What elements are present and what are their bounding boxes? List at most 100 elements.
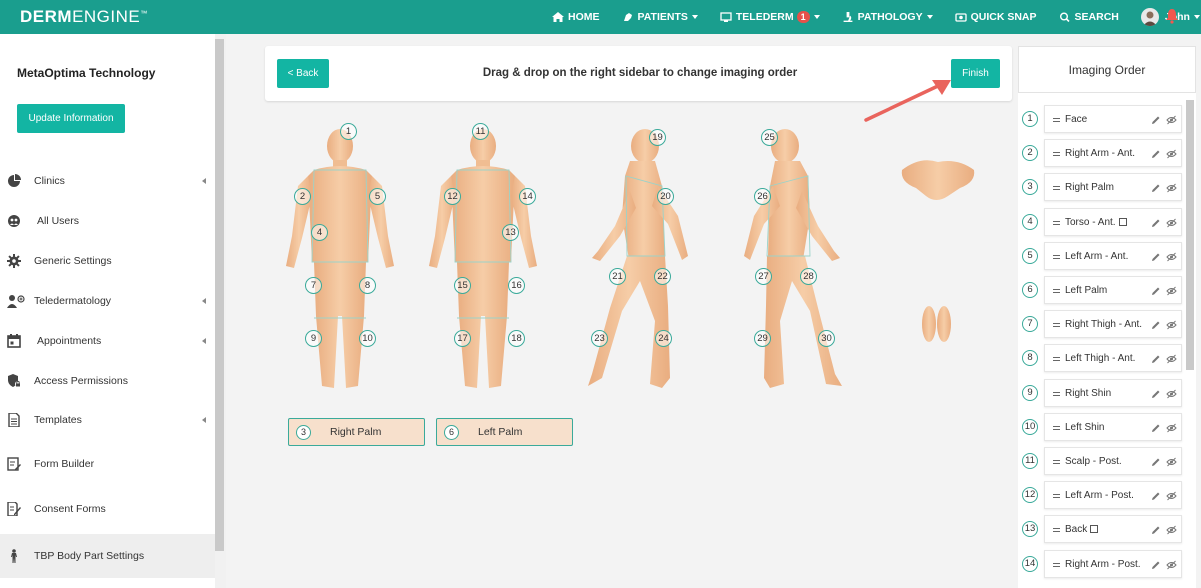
figure-left-side[interactable] bbox=[744, 129, 842, 388]
figure-back[interactable] bbox=[429, 129, 537, 388]
body-marker-20[interactable]: 20 bbox=[657, 188, 674, 205]
pencil-icon[interactable] bbox=[1151, 423, 1161, 433]
sidebar-scrollbar-thumb[interactable] bbox=[215, 39, 224, 551]
pencil-icon[interactable] bbox=[1151, 320, 1161, 330]
body-marker-23[interactable]: 23 bbox=[591, 330, 608, 347]
body-marker-9[interactable]: 9 bbox=[305, 330, 322, 347]
body-part-chip-left-palm[interactable]: 6 Left Palm bbox=[436, 418, 573, 446]
eye-off-icon[interactable] bbox=[1166, 115, 1177, 125]
order-card[interactable]: Face bbox=[1044, 105, 1182, 133]
nav-patients[interactable]: PATIENTS bbox=[622, 11, 698, 23]
eye-off-icon[interactable] bbox=[1166, 149, 1177, 159]
sidebar-item-all-users[interactable]: All Users bbox=[0, 201, 215, 241]
drag-handle-icon[interactable] bbox=[1053, 460, 1060, 464]
eye-off-icon[interactable] bbox=[1166, 457, 1177, 467]
figure-scalp-top[interactable] bbox=[901, 160, 975, 200]
nav-search[interactable]: SEARCH bbox=[1059, 11, 1119, 23]
order-card[interactable]: Left Arm - Post. bbox=[1044, 481, 1182, 510]
imaging-order-item[interactable]: 10 Left Shin bbox=[1018, 412, 1186, 443]
nav-telederm[interactable]: TELEDERM 1 bbox=[720, 11, 820, 23]
figure-feet-soles[interactable] bbox=[922, 306, 951, 342]
figure-right-side[interactable] bbox=[588, 129, 688, 388]
drag-handle-icon[interactable] bbox=[1053, 118, 1060, 122]
imaging-order-item[interactable]: 5 Left Arm - Ant. bbox=[1018, 241, 1186, 272]
sidebar-item-templates[interactable]: Templates bbox=[0, 400, 215, 440]
order-card[interactable]: Right Arm - Ant. bbox=[1044, 139, 1182, 168]
imaging-order-item[interactable]: 7 Right Thigh - Ant. bbox=[1018, 310, 1186, 340]
pencil-icon[interactable] bbox=[1151, 457, 1161, 467]
body-marker-1[interactable]: 1 bbox=[340, 123, 357, 140]
imaging-order-item[interactable]: 11 Scalp - Post. bbox=[1018, 447, 1186, 477]
body-marker-25[interactable]: 25 bbox=[761, 129, 778, 146]
imaging-order-item[interactable]: 4 Torso - Ant. bbox=[1018, 207, 1186, 238]
order-card[interactable]: Right Palm bbox=[1044, 173, 1182, 202]
imaging-order-item[interactable]: 6 Left Palm bbox=[1018, 276, 1186, 306]
imaging-order-item[interactable]: 1 Face bbox=[1018, 105, 1186, 135]
body-marker-22[interactable]: 22 bbox=[654, 268, 671, 285]
body-map[interactable] bbox=[270, 116, 990, 406]
nav-quick-snap[interactable]: QUICK SNAP bbox=[954, 11, 1037, 23]
imaging-order-item[interactable]: 14 Right Arm - Post. bbox=[1018, 549, 1186, 580]
imaging-order-item[interactable]: 9 Right Shin bbox=[1018, 378, 1186, 409]
body-marker-14[interactable]: 14 bbox=[519, 188, 536, 205]
body-marker-30[interactable]: 30 bbox=[818, 330, 835, 347]
eye-off-icon[interactable] bbox=[1166, 423, 1177, 433]
nav-pathology[interactable]: PATHOLOGY bbox=[842, 11, 933, 23]
pencil-icon[interactable] bbox=[1151, 354, 1161, 364]
body-marker-21[interactable]: 21 bbox=[609, 268, 626, 285]
sidebar-item-access-permissions[interactable]: Access Permissions bbox=[0, 361, 215, 401]
order-card[interactable]: Torso - Ant. bbox=[1044, 207, 1182, 236]
body-marker-7[interactable]: 7 bbox=[305, 277, 322, 294]
body-marker-15[interactable]: 15 bbox=[454, 277, 471, 294]
pencil-icon[interactable] bbox=[1151, 218, 1161, 228]
sidebar-item-form-builder[interactable]: Form Builder bbox=[0, 444, 215, 484]
eye-off-icon[interactable] bbox=[1166, 286, 1177, 296]
sidebar-item-consent-forms[interactable]: Consent Forms bbox=[0, 489, 215, 529]
drag-handle-icon[interactable] bbox=[1053, 391, 1060, 396]
eye-off-icon[interactable] bbox=[1166, 354, 1177, 364]
eye-off-icon[interactable] bbox=[1166, 183, 1177, 193]
order-card[interactable]: Left Thigh - Ant. bbox=[1044, 344, 1182, 373]
eye-off-icon[interactable] bbox=[1166, 491, 1177, 501]
order-card[interactable]: Right Thigh - Ant. bbox=[1044, 310, 1182, 339]
figure-front[interactable] bbox=[286, 129, 394, 388]
drag-handle-icon[interactable] bbox=[1053, 357, 1060, 362]
drag-handle-icon[interactable] bbox=[1053, 562, 1060, 567]
eye-off-icon[interactable] bbox=[1166, 525, 1177, 535]
order-card[interactable]: Left Shin bbox=[1044, 412, 1182, 441]
sidebar-item-tbp-body-part-settings[interactable]: TBP Body Part Settings bbox=[0, 534, 215, 578]
body-marker-11[interactable]: 11 bbox=[472, 123, 489, 140]
body-marker-16[interactable]: 16 bbox=[508, 277, 525, 294]
body-marker-29[interactable]: 29 bbox=[754, 330, 771, 347]
body-marker-17[interactable]: 17 bbox=[454, 330, 471, 347]
pencil-icon[interactable] bbox=[1151, 183, 1161, 193]
order-card[interactable]: Left Palm bbox=[1044, 276, 1182, 304]
body-marker-18[interactable]: 18 bbox=[508, 330, 525, 347]
drag-handle-icon[interactable] bbox=[1053, 323, 1060, 328]
drag-handle-icon[interactable] bbox=[1053, 254, 1060, 259]
order-card[interactable]: Right Shin bbox=[1044, 378, 1182, 407]
body-marker-27[interactable]: 27 bbox=[755, 268, 772, 285]
sidebar-item-appointments[interactable]: Appointments bbox=[0, 321, 215, 361]
eye-off-icon[interactable] bbox=[1166, 218, 1177, 228]
sidebar-item-clinics[interactable]: Clinics bbox=[0, 161, 215, 201]
body-marker-4[interactable]: 4 bbox=[311, 224, 328, 241]
pencil-icon[interactable] bbox=[1151, 525, 1161, 535]
body-marker-13[interactable]: 13 bbox=[502, 224, 519, 241]
update-information-button[interactable]: Update Information bbox=[17, 104, 125, 133]
drag-handle-icon[interactable] bbox=[1053, 425, 1060, 430]
drag-handle-icon[interactable] bbox=[1053, 220, 1060, 225]
bell-icon[interactable] bbox=[1165, 8, 1179, 24]
order-card[interactable]: Back bbox=[1044, 515, 1182, 544]
order-card[interactable]: Right Arm - Post. bbox=[1044, 549, 1182, 578]
eye-off-icon[interactable] bbox=[1166, 320, 1177, 330]
app-logo[interactable]: DERMENGINE™ bbox=[20, 7, 148, 27]
body-marker-12[interactable]: 12 bbox=[444, 188, 461, 205]
imaging-order-scrollbar[interactable] bbox=[1186, 100, 1194, 370]
drag-handle-icon[interactable] bbox=[1053, 289, 1060, 293]
body-marker-2[interactable]: 2 bbox=[294, 188, 311, 205]
imaging-order-item[interactable]: 2 Right Arm - Ant. bbox=[1018, 139, 1186, 169]
imaging-order-item[interactable]: 8 Left Thigh - Ant. bbox=[1018, 344, 1186, 374]
body-marker-10[interactable]: 10 bbox=[359, 330, 376, 347]
pencil-icon[interactable] bbox=[1151, 491, 1161, 501]
